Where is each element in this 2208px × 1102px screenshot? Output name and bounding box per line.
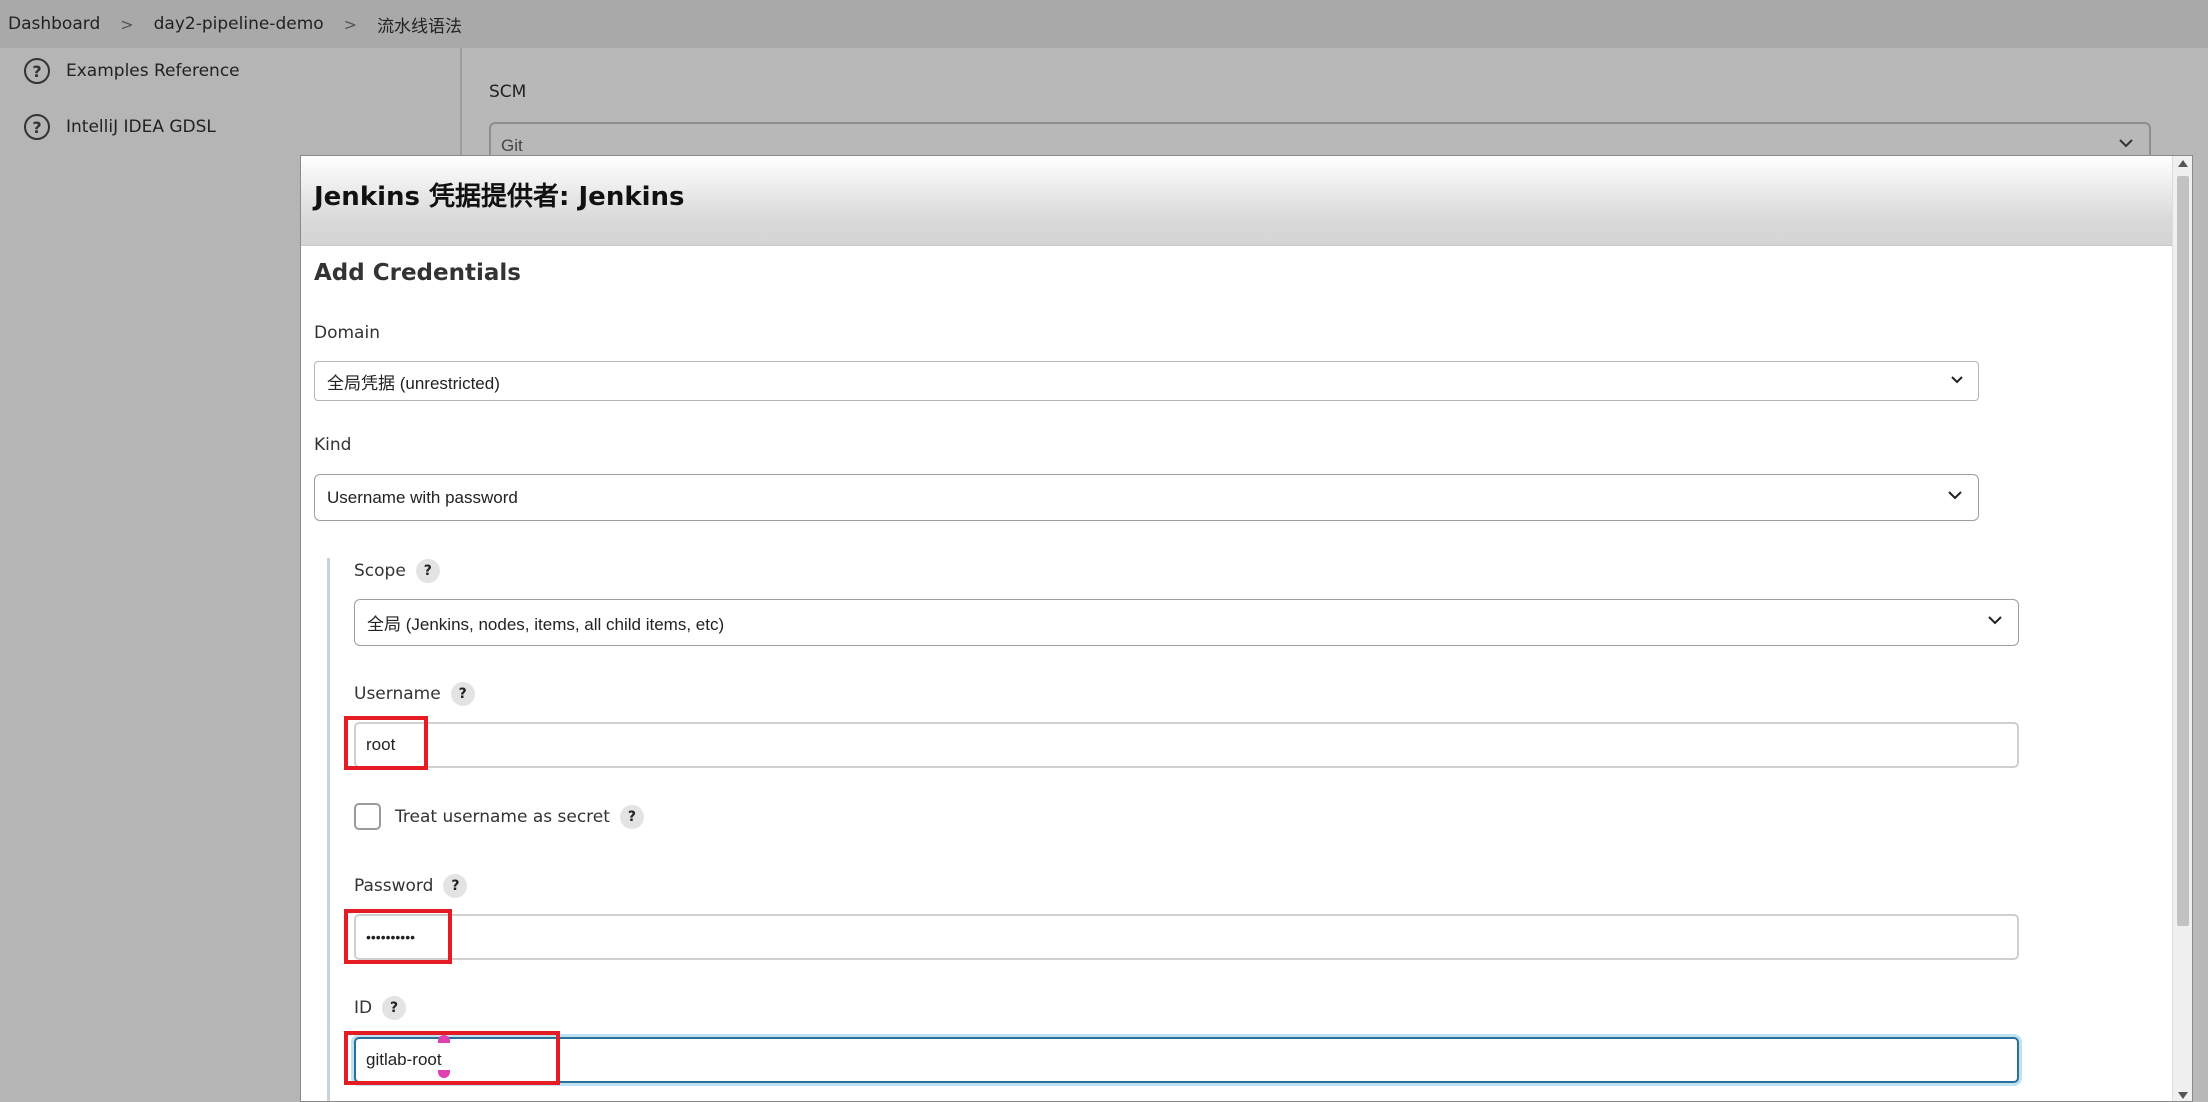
- scope-value: 全局 (Jenkins, nodes, items, all child ite…: [367, 615, 725, 634]
- treat-secret-label-text[interactable]: Treat username as secret: [395, 807, 610, 827]
- help-icon[interactable]: ?: [450, 682, 475, 706]
- breadcrumb-current[interactable]: 流水线语法: [377, 12, 462, 37]
- section-title: Add Credentials: [314, 260, 521, 286]
- scope-select[interactable]: 全局 (Jenkins, nodes, items, all child ite…: [354, 599, 2019, 646]
- sidebar-item-label: Examples Reference: [66, 61, 240, 81]
- id-input[interactable]: gitlab-root: [354, 1037, 2019, 1083]
- scroll-up-icon[interactable]: [2178, 160, 2188, 167]
- id-highlight-box: [344, 1031, 560, 1085]
- help-icon[interactable]: ?: [415, 559, 440, 583]
- dialog-scrollbar[interactable]: [2172, 156, 2192, 1101]
- scm-label: SCM: [489, 82, 527, 102]
- password-label: Password ?: [354, 874, 468, 898]
- treat-username-secret-label: Treat username as secret ?: [395, 805, 644, 829]
- kind-select[interactable]: Username with password: [314, 474, 1979, 521]
- chevron-down-icon: [1986, 611, 2004, 634]
- help-circle-icon: ?: [24, 58, 50, 84]
- add-credentials-dialog: Jenkins 凭据提供者: Jenkins Add Credentials D…: [300, 155, 2193, 1102]
- password-highlight-box: [344, 909, 452, 964]
- password-input[interactable]: ••••••••••: [354, 914, 2019, 960]
- domain-label-text: Domain: [314, 323, 380, 343]
- scroll-down-icon[interactable]: [2178, 1092, 2188, 1099]
- username-label-text: Username: [354, 684, 441, 704]
- chevron-down-icon: [1950, 372, 1964, 390]
- sidebar-item-label: IntelliJ IDEA GDSL: [66, 117, 216, 137]
- nested-section-rule: [327, 558, 330, 1101]
- username-highlight-box: [344, 716, 428, 770]
- domain-value: 全局凭据 (unrestricted): [327, 373, 500, 393]
- kind-label: Kind: [314, 435, 351, 455]
- sidebar-item-intellij-gdsl[interactable]: ? IntelliJ IDEA GDSL: [24, 114, 216, 140]
- scrollbar-thumb[interactable]: [2177, 176, 2189, 926]
- domain-label: Domain: [314, 323, 380, 343]
- chevron-down-icon: [1946, 486, 1964, 509]
- help-icon[interactable]: ?: [619, 805, 644, 829]
- treat-username-secret-checkbox[interactable]: [354, 803, 381, 830]
- id-label-text: ID: [354, 998, 373, 1018]
- chevron-right-icon: >: [120, 14, 134, 34]
- scope-label: Scope ?: [354, 559, 440, 583]
- username-input[interactable]: root: [354, 722, 2019, 768]
- breadcrumb: Dashboard > day2-pipeline-demo > 流水线语法: [0, 0, 2208, 48]
- selection-handle-top[interactable]: [438, 1035, 450, 1043]
- breadcrumb-dashboard[interactable]: Dashboard: [8, 14, 100, 34]
- dialog-title: Jenkins 凭据提供者: Jenkins: [314, 182, 685, 212]
- username-label: Username ?: [354, 682, 475, 706]
- breadcrumb-project[interactable]: day2-pipeline-demo: [154, 14, 324, 34]
- id-label: ID ?: [354, 996, 407, 1020]
- kind-label-text: Kind: [314, 435, 352, 455]
- password-label-text: Password: [354, 876, 434, 896]
- sidebar-item-examples-reference[interactable]: ? Examples Reference: [24, 58, 240, 84]
- domain-select[interactable]: 全局凭据 (unrestricted): [314, 361, 1979, 401]
- chevron-right-icon: >: [343, 14, 358, 34]
- scm-value: Git: [501, 136, 523, 155]
- help-circle-icon: ?: [24, 114, 50, 140]
- help-icon[interactable]: ?: [443, 874, 468, 898]
- dialog-header: Jenkins 凭据提供者: Jenkins: [301, 156, 2185, 246]
- scope-label-text: Scope: [354, 561, 406, 581]
- kind-value: Username with password: [327, 487, 518, 507]
- help-icon[interactable]: ?: [382, 996, 407, 1020]
